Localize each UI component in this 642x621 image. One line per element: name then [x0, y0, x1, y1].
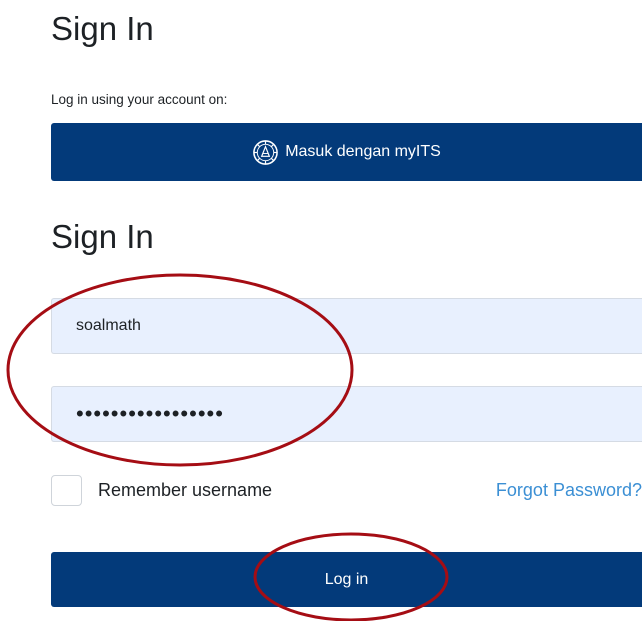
remember-username-checkbox[interactable]	[51, 475, 82, 506]
sso-login-label: Masuk dengan myITS	[285, 143, 441, 160]
sso-login-button[interactable]: Masuk dengan myITS	[51, 123, 642, 181]
page-title: Sign In	[51, 10, 154, 47]
password-input[interactable]	[51, 386, 642, 442]
login-button-label: Log in	[324, 570, 369, 588]
forgot-password-link[interactable]: Forgot Password?	[496, 480, 642, 501]
remember-username-label[interactable]: Remember username	[98, 480, 272, 501]
sso-subtitle: Log in using your account on:	[51, 92, 228, 107]
login-button[interactable]: Log in	[51, 552, 642, 607]
its-logo-icon	[253, 139, 279, 165]
username-input[interactable]	[51, 298, 642, 354]
login-form-title: Sign In	[51, 218, 154, 255]
